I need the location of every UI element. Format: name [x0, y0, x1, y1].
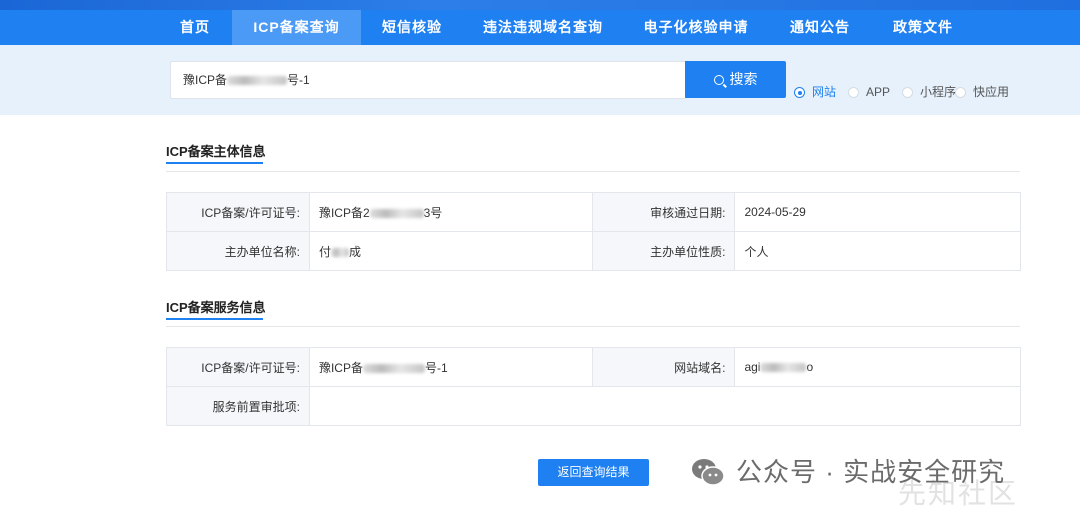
radio-label: APP — [866, 85, 891, 99]
section-title-service: ICP备案服务信息 — [166, 298, 266, 320]
radio-dot-icon — [848, 87, 859, 98]
label-pre-approval: 服务前置审批项: — [166, 386, 310, 426]
watermark-text: 公众号 · 实战安全研究 — [736, 457, 1006, 487]
label-icp-license: ICP备案/许可证号: — [166, 347, 310, 387]
nav-item-notices[interactable]: 通知公告 — [778, 10, 862, 45]
label-website-domain: 网站域名: — [591, 347, 736, 387]
value-pre-approval — [308, 386, 1022, 426]
label-approval-date: 审核通过日期: — [591, 192, 736, 232]
search-icon — [713, 75, 724, 85]
nav-item-sms-verify[interactable]: 短信核验 — [372, 10, 452, 45]
section-underline — [166, 318, 263, 320]
redaction-blur — [362, 363, 425, 373]
value-organizer-name: 付成 — [308, 231, 593, 271]
radio-app[interactable]: APP — [848, 84, 890, 100]
back-to-results-button[interactable]: 返回查询结果 — [538, 459, 649, 486]
value-website-domain: agi o — [734, 347, 1021, 387]
search-input-prefix: 豫ICP备 — [183, 73, 228, 87]
table-row: 服务前置审批项: — [166, 386, 1022, 426]
wechat-icon — [692, 459, 725, 486]
table-row: ICP备案/许可证号: 豫ICP备 号-1 网站域名: agi o — [166, 347, 1021, 387]
redaction-blur — [330, 247, 349, 257]
radio-dot-icon — [794, 87, 805, 98]
nav-item-illegal-domain-query[interactable]: 违法违规域名查询 — [472, 10, 614, 45]
label-organizer-name: 主办单位名称: — [166, 231, 310, 271]
label-organizer-type: 主办单位性质: — [591, 231, 736, 271]
nav-item-home[interactable]: 首页 — [166, 10, 224, 45]
value-organizer-type: 个人 — [734, 231, 1021, 271]
radio-website[interactable]: 网站 — [794, 84, 836, 100]
table-row: 主办单位名称: 付成 主办单位性质: 个人 — [166, 231, 1021, 271]
section-title-text: ICP备案主体信息 — [166, 144, 266, 159]
radio-miniprogram[interactable]: 小程序 — [902, 84, 956, 100]
nav-item-icp-query[interactable]: ICP备案查询 — [232, 10, 361, 45]
section-title-subject: ICP备案主体信息 — [166, 142, 266, 164]
top-banner-strip — [0, 0, 1080, 10]
search-input-suffix: 号-1 — [287, 73, 310, 87]
label-icp-license: ICP备案/许可证号: — [166, 192, 310, 232]
section-divider — [166, 326, 1020, 327]
search-button[interactable]: 搜索 — [685, 61, 786, 98]
radio-label: 快应用 — [973, 85, 1010, 99]
main-nav: 首页 ICP备案查询 短信核验 违法违规域名查询 电子化核验申请 通知公告 政策… — [0, 10, 1080, 45]
watermark: 公众号 · 实战安全研究 — [690, 452, 1005, 492]
subject-info-table: ICP备案/许可证号: 豫ICP备2 3号 审核通过日期: 2024-05-29 … — [166, 192, 1021, 271]
section-underline — [166, 162, 263, 164]
nav-item-policy-docs[interactable]: 政策文件 — [884, 10, 962, 45]
section-title-text: ICP备案服务信息 — [166, 300, 266, 315]
radio-quickapp[interactable]: 快应用 — [955, 84, 1009, 100]
radio-dot-icon — [902, 87, 913, 98]
search-area: 豫ICP备 号-1 搜索 网站 APP 小程序 快应用 — [0, 45, 1080, 115]
search-input[interactable]: 豫ICP备 号-1 — [170, 61, 685, 99]
service-info-table: ICP备案/许可证号: 豫ICP备 号-1 网站域名: agi o 服务前置审批项: — [166, 347, 1022, 426]
redaction-blur — [369, 208, 424, 218]
search-button-label: 搜索 — [729, 71, 758, 87]
radio-label: 网站 — [812, 85, 837, 99]
section-divider — [166, 171, 1020, 172]
value-icp-license: 豫ICP备 号-1 — [308, 347, 593, 387]
redaction-blur — [760, 363, 807, 373]
value-icp-license: 豫ICP备2 3号 — [308, 192, 593, 232]
nav-item-e-verify-apply[interactable]: 电子化核验申请 — [636, 10, 756, 45]
radio-dot-icon — [955, 87, 966, 98]
value-approval-date: 2024-05-29 — [734, 192, 1021, 232]
redaction-blur — [227, 76, 288, 86]
radio-label: 小程序 — [920, 85, 957, 99]
table-row: ICP备案/许可证号: 豫ICP备2 3号 审核通过日期: 2024-05-29 — [166, 192, 1021, 232]
